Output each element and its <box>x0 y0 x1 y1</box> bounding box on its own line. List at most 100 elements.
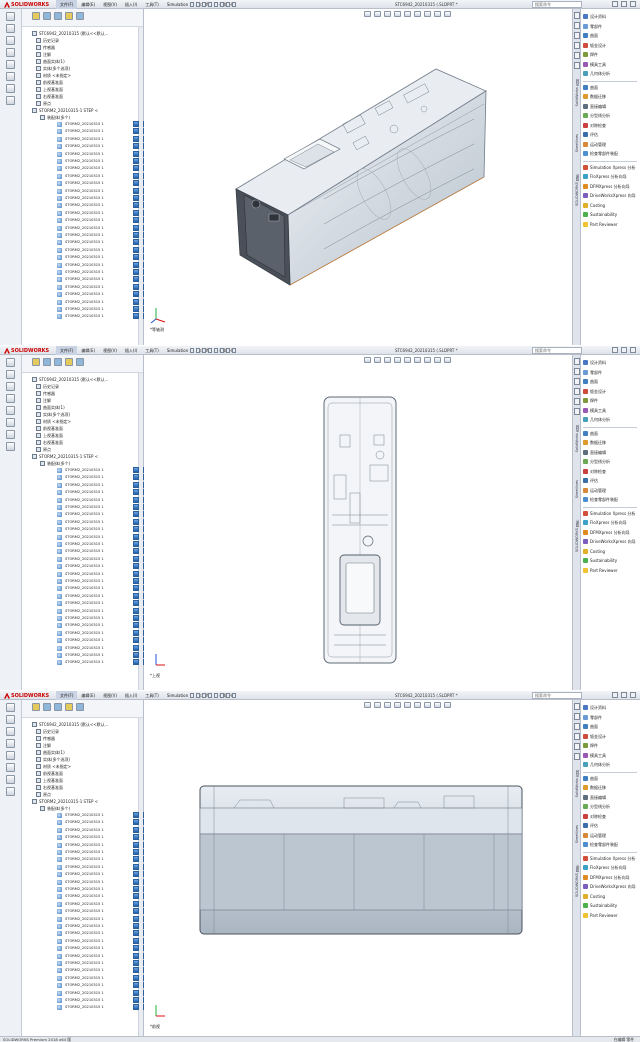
part-state-icon[interactable] <box>133 467 139 473</box>
part-state-icon[interactable] <box>133 172 139 179</box>
sketch-icon[interactable] <box>6 703 15 712</box>
open-icon[interactable] <box>196 2 200 7</box>
extrude-icon[interactable] <box>6 370 15 379</box>
part-state-icon[interactable] <box>133 622 139 629</box>
menu-file[interactable]: 文件(F) <box>56 346 78 355</box>
part-state-icon[interactable] <box>133 945 139 952</box>
save-icon[interactable] <box>202 693 206 698</box>
new-icon[interactable] <box>190 2 194 7</box>
maximize-icon[interactable] <box>621 347 627 353</box>
options-icon[interactable] <box>232 2 236 7</box>
part-state-icon[interactable] <box>133 496 139 503</box>
part-state-icon[interactable] <box>133 812 139 818</box>
fillet-icon[interactable] <box>6 727 15 736</box>
file-explorer-icon[interactable] <box>574 42 580 49</box>
undo-icon[interactable] <box>214 348 218 353</box>
part-state-icon[interactable] <box>133 1004 139 1011</box>
part-state-icon[interactable] <box>133 607 139 614</box>
menu-simulation[interactable]: Simulation <box>163 346 192 355</box>
part-state-icon[interactable] <box>133 187 139 194</box>
part-state-icon[interactable] <box>133 306 139 312</box>
design-library-icon[interactable] <box>574 723 580 730</box>
file-explorer-icon[interactable] <box>574 388 580 395</box>
part-state-icon[interactable] <box>133 541 139 547</box>
menu-file[interactable]: 文件(F) <box>56 0 78 9</box>
section-icon[interactable] <box>6 751 15 760</box>
part-state-icon[interactable] <box>133 276 139 283</box>
menu-simulation[interactable]: Simulation <box>163 0 192 9</box>
display-tab-icon[interactable] <box>76 703 84 711</box>
rebuild-icon[interactable] <box>226 2 230 7</box>
menu-tools[interactable]: 工具(T) <box>141 346 163 355</box>
part-state-icon[interactable] <box>133 982 139 989</box>
maximize-icon[interactable] <box>621 692 627 698</box>
part-state-icon[interactable] <box>133 871 139 878</box>
part-state-icon[interactable] <box>133 930 139 937</box>
part-state-icon[interactable] <box>133 937 139 944</box>
close-icon[interactable] <box>630 1 636 7</box>
extrude-icon[interactable] <box>6 24 15 33</box>
part-state-icon[interactable] <box>133 637 139 644</box>
tab-addins[interactable]: SOLIDWORKS 插件 <box>574 865 580 897</box>
part-state-icon[interactable] <box>133 128 139 135</box>
print-icon[interactable] <box>208 2 212 7</box>
maximize-icon[interactable] <box>621 1 627 7</box>
part-state-icon[interactable] <box>133 923 139 929</box>
dimxpert-tab-icon[interactable] <box>65 703 73 711</box>
home-icon[interactable] <box>574 12 580 19</box>
part-state-icon[interactable] <box>133 893 139 900</box>
property-tab-icon[interactable] <box>43 703 51 711</box>
part-state-icon[interactable] <box>133 849 139 855</box>
part-state-icon[interactable] <box>133 886 139 892</box>
options-icon[interactable] <box>232 693 236 698</box>
close-icon[interactable] <box>630 347 636 353</box>
part-state-icon[interactable] <box>133 291 139 298</box>
select-icon[interactable] <box>220 348 224 353</box>
sketch-icon[interactable] <box>6 12 15 21</box>
appearances-icon[interactable] <box>574 753 580 760</box>
extrude-icon[interactable] <box>6 715 15 724</box>
home-icon[interactable] <box>574 703 580 710</box>
menu-edit[interactable]: 编辑(E) <box>77 346 99 355</box>
part-state-icon[interactable] <box>133 644 139 651</box>
open-icon[interactable] <box>196 693 200 698</box>
part-state-icon[interactable] <box>133 600 139 607</box>
display-tab-icon[interactable] <box>76 358 84 366</box>
section-icon[interactable] <box>6 60 15 69</box>
menu-edit[interactable]: 编辑(E) <box>77 0 99 9</box>
undo-icon[interactable] <box>214 693 218 698</box>
tab-sheetlines[interactable]: Sheetlines <box>574 825 580 843</box>
rebuild-icon[interactable] <box>226 693 230 698</box>
appearance-icon[interactable] <box>6 418 15 427</box>
view-orientation-icon[interactable] <box>6 442 15 451</box>
part-state-icon[interactable] <box>133 135 139 142</box>
part-state-icon[interactable] <box>133 592 139 599</box>
minimize-icon[interactable] <box>612 692 618 698</box>
part-state-icon[interactable] <box>133 974 139 981</box>
part-state-icon[interactable] <box>133 518 139 525</box>
feature-tree-tab-icon[interactable] <box>32 12 40 20</box>
appearances-icon[interactable] <box>574 408 580 415</box>
feature-tree-tab-icon[interactable] <box>32 703 40 711</box>
part-state-icon[interactable] <box>133 121 139 127</box>
menu-file[interactable]: 文件(F) <box>56 691 78 700</box>
part-state-icon[interactable] <box>133 563 139 570</box>
part-state-icon[interactable] <box>133 578 139 584</box>
part-state-icon[interactable] <box>133 269 139 275</box>
view-orientation-icon[interactable] <box>6 96 15 105</box>
part-state-icon[interactable] <box>133 224 139 231</box>
part-state-icon[interactable] <box>133 967 139 974</box>
search-commands-input[interactable]: 搜索命令 <box>532 692 582 699</box>
appearances-icon[interactable] <box>574 62 580 69</box>
display-style-icon[interactable] <box>6 84 15 93</box>
dimxpert-tab-icon[interactable] <box>65 12 73 20</box>
menu-insert[interactable]: 插入(I) <box>121 346 141 355</box>
part-state-icon[interactable] <box>133 165 139 172</box>
part-state-icon[interactable] <box>133 195 139 201</box>
tab-content[interactable]: SolidWorks 内容 <box>574 425 580 452</box>
part-state-icon[interactable] <box>133 629 139 636</box>
sketch-icon[interactable] <box>6 358 15 367</box>
config-tab-icon[interactable] <box>54 12 62 20</box>
part-state-icon[interactable] <box>133 915 139 922</box>
tab-addins[interactable]: SOLIDWORKS 插件 <box>574 520 580 552</box>
